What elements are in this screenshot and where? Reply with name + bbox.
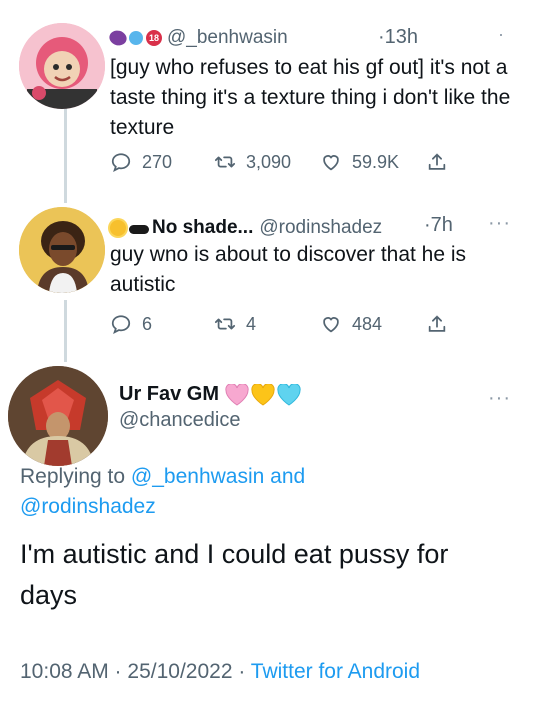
like-count: 484 [352, 313, 383, 334]
like-icon [323, 155, 339, 171]
yellow-heart-icon [251, 382, 275, 406]
handle[interactable]: @chancedice [119, 409, 240, 432]
time-value: 7h [430, 214, 453, 236]
retweet-count: 4 [246, 313, 257, 334]
like-button[interactable]: 484 [320, 313, 382, 335]
display-name[interactable]: Ur Fav GM [119, 383, 219, 406]
main-tweet-header: Ur Fav GM [119, 382, 301, 406]
tweet-source[interactable]: Twitter for Android [251, 660, 420, 683]
more-icon[interactable]: ··· [488, 387, 511, 410]
avatar[interactable] [8, 366, 108, 466]
retweet-button[interactable]: 4 [214, 313, 256, 335]
main-tweet-text: I'm autistic and I could eat pussy for d… [20, 539, 449, 610]
timestamp[interactable]: ·7h [424, 214, 453, 237]
handle[interactable]: @_benhwasin [167, 27, 288, 49]
replying-prefix: Replying to [20, 465, 131, 488]
share-icon [428, 315, 446, 332]
more-icon[interactable]: · [498, 24, 505, 45]
retweet-icon [214, 156, 236, 168]
thread-line [64, 300, 67, 362]
mention-link[interactable]: @_benhwasin and [131, 465, 305, 488]
tweet-metadata: 10:08 AM · 25/10/2022 · Twitter for Andr… [20, 660, 420, 684]
reply-button[interactable]: 6 [110, 313, 152, 335]
share-icon [428, 153, 446, 170]
replying-to: Replying to @_benhwasin and @rodinshadez [20, 462, 520, 522]
avatar[interactable] [19, 23, 105, 109]
display-name[interactable]: No shade... [152, 217, 253, 239]
reply-count: 270 [142, 151, 173, 172]
mention-link[interactable]: @rodinshadez [20, 495, 156, 518]
tweet-text: guy wno is about to discover that he is … [110, 243, 467, 296]
pink-heart-icon [225, 382, 249, 406]
blue-heart-icon [277, 382, 301, 406]
reply-count: 6 [142, 313, 153, 334]
tweet-text: [guy who refuses to eat his gf out] it's… [110, 56, 511, 139]
share-button[interactable] [426, 151, 458, 173]
reply-button[interactable]: 270 [110, 151, 172, 173]
like-icon [323, 317, 339, 333]
retweet-count: 3,090 [246, 151, 292, 172]
like-count: 59.9K [352, 151, 400, 172]
tweet-header: No shade... @rodinshadez [110, 217, 382, 239]
time-value: 13h [384, 26, 419, 48]
retweet-button[interactable]: 3,090 [214, 151, 291, 173]
share-button[interactable] [426, 313, 458, 335]
handle[interactable]: @rodinshadez [259, 217, 382, 239]
avatar[interactable] [19, 207, 105, 293]
reply-icon [111, 153, 131, 172]
retweet-icon [214, 318, 236, 330]
more-icon[interactable]: ··· [488, 212, 511, 235]
eggplant-emoji-icon [107, 27, 129, 49]
tweet-header: 18 @_benhwasin [107, 27, 288, 49]
sunglasses-emoji-icon [129, 224, 149, 234]
sun-emoji-icon [110, 220, 126, 236]
droplets-emoji-icon [129, 31, 143, 45]
eighteen-plus-icon: 18 [146, 30, 162, 46]
timestamp[interactable]: ·13h [378, 26, 418, 49]
tweet-timestamp[interactable]: 10:08 AM · 25/10/2022 · [20, 660, 251, 683]
like-button[interactable]: 59.9K [320, 151, 399, 173]
reply-icon [111, 315, 131, 334]
thread-line [64, 103, 67, 203]
